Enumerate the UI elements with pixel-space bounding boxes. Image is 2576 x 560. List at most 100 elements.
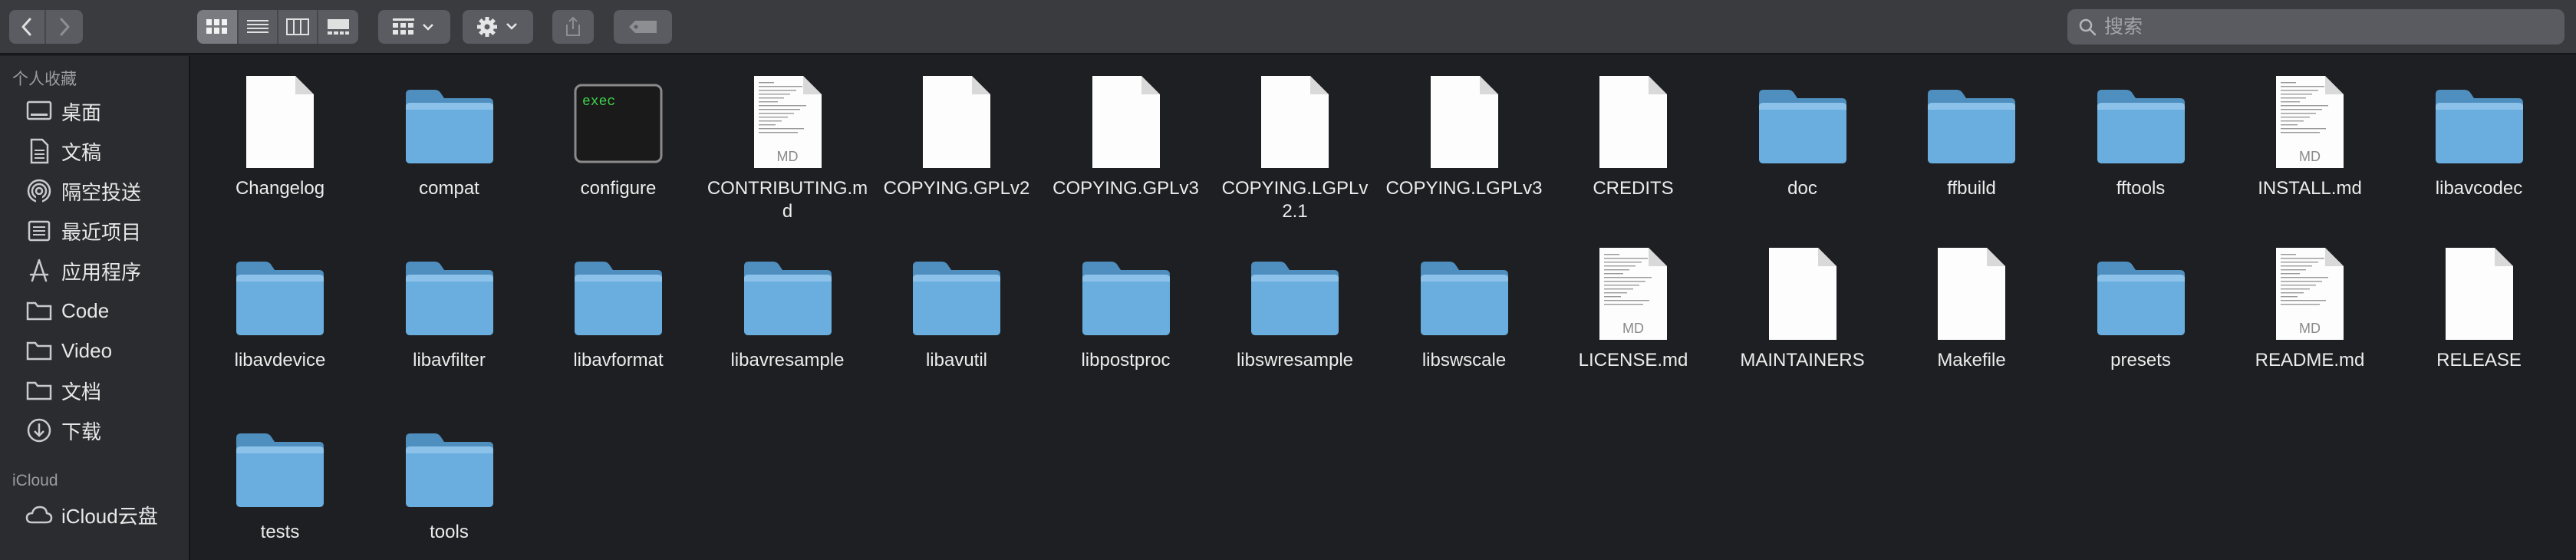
folder-item[interactable]: compat	[369, 68, 530, 200]
file-item[interactable]: COPYING.GPLv2	[876, 68, 1037, 200]
file-name: RELEASE	[2436, 350, 2522, 371]
tag-icon	[629, 21, 657, 33]
forward-button[interactable]	[46, 10, 83, 44]
sidebar-item-desktop[interactable]: 桌面	[25, 94, 186, 128]
file-name: COPYING.GPLv3	[1052, 178, 1199, 199]
share-button[interactable]	[552, 10, 594, 44]
sidebar-item-code[interactable]: Code	[25, 294, 186, 328]
folder-item[interactable]: libavresample	[707, 240, 868, 372]
gear-icon	[477, 17, 517, 37]
file-item[interactable]: COPYING.LGPLv3	[1384, 68, 1545, 200]
sidebar-item-label: 隔空投送	[61, 180, 142, 204]
list-view-button[interactable]	[239, 10, 278, 44]
group-button-inner	[378, 10, 450, 44]
document-icon	[2429, 240, 2529, 341]
file-item[interactable]: MD README.md	[2229, 240, 2390, 372]
file-type-badge: MD	[2299, 149, 2321, 164]
file-item[interactable]: exec configure	[538, 68, 699, 200]
folder-icon	[400, 412, 499, 513]
document-icon	[1922, 240, 2021, 341]
document-icon	[1245, 68, 1345, 170]
folder-item[interactable]: tools	[369, 412, 530, 544]
file-name: presets	[2110, 350, 2171, 371]
folder-item[interactable]: libswresample	[1214, 240, 1375, 372]
group-button[interactable]	[378, 10, 450, 44]
file-name: libavcodec	[2435, 178, 2523, 199]
column-view-button[interactable]	[278, 10, 318, 44]
file-name: configure	[580, 178, 657, 199]
folder-icon	[568, 240, 668, 341]
file-name: Makefile	[1937, 350, 2006, 371]
folder-item[interactable]: doc	[1722, 68, 1883, 200]
file-item[interactable]: Makefile	[1891, 240, 2052, 372]
back-button[interactable]	[9, 10, 46, 44]
sidebar-item-applications[interactable]: 应用程序	[25, 254, 186, 288]
icon-view-button[interactable]	[197, 10, 239, 44]
icon-view-icon	[206, 19, 227, 34]
file-name: libavfilter	[413, 350, 486, 371]
folder-icon	[1922, 68, 2021, 170]
file-name: COPYING.LGPLv2.1	[1221, 178, 1369, 222]
file-item[interactable]: RELEASE	[2399, 240, 2560, 372]
file-name: libavdevice	[234, 350, 326, 371]
file-item[interactable]: Changelog	[199, 68, 361, 200]
action-button[interactable]	[463, 10, 533, 44]
tag-button[interactable]	[614, 10, 672, 44]
file-name: ffbuild	[1947, 178, 1996, 199]
share-icon	[566, 16, 580, 36]
folder-item[interactable]: fftools	[2060, 68, 2222, 200]
file-item[interactable]: MD INSTALL.md	[2229, 68, 2390, 200]
gallery-view-button[interactable]	[318, 10, 358, 44]
desktop-icon	[25, 97, 54, 125]
forward-icon	[60, 18, 70, 36]
folder-icon	[400, 68, 499, 170]
file-name: CREDITS	[1593, 178, 1674, 199]
file-item[interactable]: COPYING.GPLv3	[1046, 68, 1207, 200]
folder-icon	[1245, 240, 1345, 341]
file-type-badge: exec	[582, 94, 616, 110]
file-item[interactable]: MD LICENSE.md	[1553, 240, 1714, 372]
sidebar-item-video[interactable]: Video	[25, 334, 186, 367]
downloads-icon	[25, 417, 54, 444]
sidebar-item-label: 文稿	[61, 140, 102, 164]
folder-item[interactable]: libavdevice	[199, 240, 361, 372]
folder-item[interactable]: presets	[2060, 240, 2222, 372]
folder-item[interactable]: libavcodec	[2399, 68, 2560, 200]
folder-icon	[1753, 68, 1853, 170]
sidebar-item-label: Video	[61, 338, 113, 362]
folder-icon	[1415, 240, 1514, 341]
finder-window: 个人收藏 桌面 文稿 隔空投送 最近项目 应用程序 Code Video	[0, 0, 2576, 560]
file-name: MAINTAINERS	[1740, 350, 1865, 371]
search-field[interactable]	[2067, 9, 2564, 44]
folder-item[interactable]: libavformat	[538, 240, 699, 372]
file-item[interactable]: COPYING.LGPLv2.1	[1214, 68, 1375, 223]
file-name: libavresample	[730, 350, 845, 371]
folder-item[interactable]: ffbuild	[1891, 68, 2052, 200]
sidebar-item-label: 文档	[61, 380, 102, 404]
list-view-icon	[247, 20, 268, 33]
folder-item[interactable]: libswscale	[1384, 240, 1545, 372]
folder-item[interactable]: libpostproc	[1046, 240, 1207, 372]
file-name: CONTRIBUTING.md	[707, 178, 868, 222]
file-name: INSTALL.md	[2258, 178, 2362, 199]
folder-item[interactable]: tests	[199, 412, 361, 544]
folder-item[interactable]: libavfilter	[369, 240, 530, 372]
sidebar-item-icloud-drive[interactable]: iCloud云盘	[25, 498, 186, 532]
file-item[interactable]: MAINTAINERS	[1722, 240, 1883, 372]
file-type-badge: MD	[2299, 321, 2321, 336]
sidebar-item-docs-folder[interactable]: 文档	[25, 374, 186, 407]
sidebar-item-recents[interactable]: 最近项目	[25, 214, 186, 248]
document-icon	[1415, 68, 1514, 170]
nav-buttons	[9, 10, 83, 44]
sidebar-item-documents[interactable]: 文稿	[25, 134, 186, 168]
sidebar-item-downloads[interactable]: 下载	[25, 413, 186, 447]
file-item[interactable]: MD CONTRIBUTING.md	[707, 68, 868, 223]
column-view-icon	[286, 18, 309, 35]
file-grid: Changelog compat exec configure MD CONTRIBUTI…	[192, 56, 2576, 560]
file-name: compat	[419, 178, 479, 199]
sidebar-item-airdrop[interactable]: 隔空投送	[25, 174, 186, 208]
folder-item[interactable]: libavutil	[876, 240, 1037, 372]
search-input[interactable]	[2104, 15, 2534, 38]
file-item[interactable]: CREDITS	[1553, 68, 1714, 200]
file-name: COPYING.LGPLv3	[1385, 178, 1543, 199]
